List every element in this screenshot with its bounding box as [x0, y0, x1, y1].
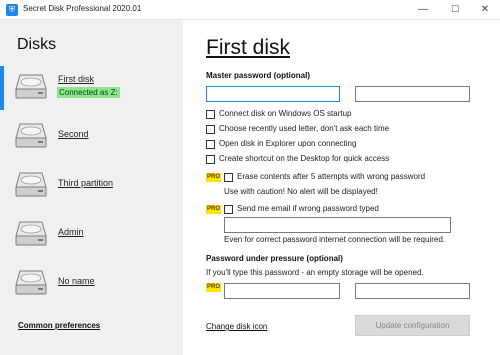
pro-badge: PRO	[206, 173, 221, 182]
sidebar-item-label: No name	[58, 276, 95, 286]
option-label: Open disk in Explorer upon connecting	[219, 139, 357, 148]
app-shield-icon: ⛨	[6, 4, 18, 16]
pressure-password-input[interactable]	[224, 283, 340, 299]
sidebar-item-third-partition[interactable]: Third partition	[0, 164, 183, 208]
sidebar-item-no-name[interactable]: No name	[0, 262, 183, 306]
email-note: Even for correct password internet conne…	[224, 235, 445, 244]
window-title: Secret Disk Professional 2020.01	[23, 4, 142, 13]
change-disk-icon-link[interactable]: Change disk icon	[206, 322, 267, 331]
title-bar: ⛨ Secret Disk Professional 2020.01 — ☐ ✕	[0, 0, 500, 20]
master-password-input[interactable]	[206, 86, 340, 102]
master-password-confirm-input[interactable]	[355, 86, 470, 102]
option-label: Choose recently used letter, don't ask e…	[219, 124, 390, 133]
option-label: Erase contents after 5 attempts with wro…	[237, 172, 426, 181]
update-configuration-button[interactable]: Update configuration	[355, 315, 470, 336]
option-label: Connect disk on Windows OS startup	[219, 109, 352, 118]
sidebar-item-label: Admin	[58, 227, 84, 237]
sidebar-item-label: Second	[58, 129, 89, 139]
sidebar-item-first-disk[interactable]: First disk Connected as Z:	[0, 66, 183, 110]
email-alert-checkbox[interactable]	[224, 205, 233, 214]
hard-drive-icon	[15, 172, 47, 197]
erase-contents-checkbox[interactable]	[224, 173, 233, 182]
connected-status-badge: Connected as Z:	[57, 87, 120, 98]
sidebar-item-second[interactable]: Second	[0, 115, 183, 159]
startup-checkbox[interactable]	[206, 110, 215, 119]
pro-badge: PRO	[206, 283, 221, 292]
page-title: First disk	[206, 36, 290, 59]
minimize-button[interactable]: —	[408, 0, 438, 20]
pressure-password-note: If you'll type this password - an empty …	[206, 268, 424, 277]
option-label: Send me email if wrong password typed	[237, 204, 379, 213]
close-button[interactable]: ✕	[470, 0, 500, 20]
sidebar-item-admin[interactable]: Admin	[0, 213, 183, 257]
hard-drive-icon	[15, 270, 47, 295]
disk-settings-panel: First disk Master password (optional) Co…	[183, 20, 500, 355]
erase-warning-note: Use with caution! No alert will be displ…	[224, 187, 378, 196]
open-explorer-checkbox[interactable]	[206, 140, 215, 149]
sidebar-item-label: Third partition	[58, 178, 114, 188]
common-preferences-link[interactable]: Common preferences	[18, 321, 100, 330]
pressure-password-confirm-input[interactable]	[355, 283, 470, 299]
sidebar-title: Disks	[17, 36, 57, 53]
pro-badge: PRO	[206, 205, 221, 214]
desktop-shortcut-checkbox[interactable]	[206, 155, 215, 164]
pressure-password-label: Password under pressure (optional)	[206, 254, 343, 263]
hard-drive-icon	[15, 221, 47, 246]
master-password-label: Master password (optional)	[206, 71, 311, 80]
hard-drive-icon	[15, 123, 47, 148]
sidebar: Disks First disk Connected as Z: Second …	[0, 20, 183, 355]
recent-letter-checkbox[interactable]	[206, 125, 215, 134]
option-label: Create shortcut on the Desktop for quick…	[219, 154, 390, 163]
sidebar-item-label: First disk	[58, 74, 94, 84]
email-input[interactable]	[224, 217, 451, 233]
maximize-button[interactable]: ☐	[440, 0, 470, 20]
hard-drive-icon	[15, 74, 47, 99]
